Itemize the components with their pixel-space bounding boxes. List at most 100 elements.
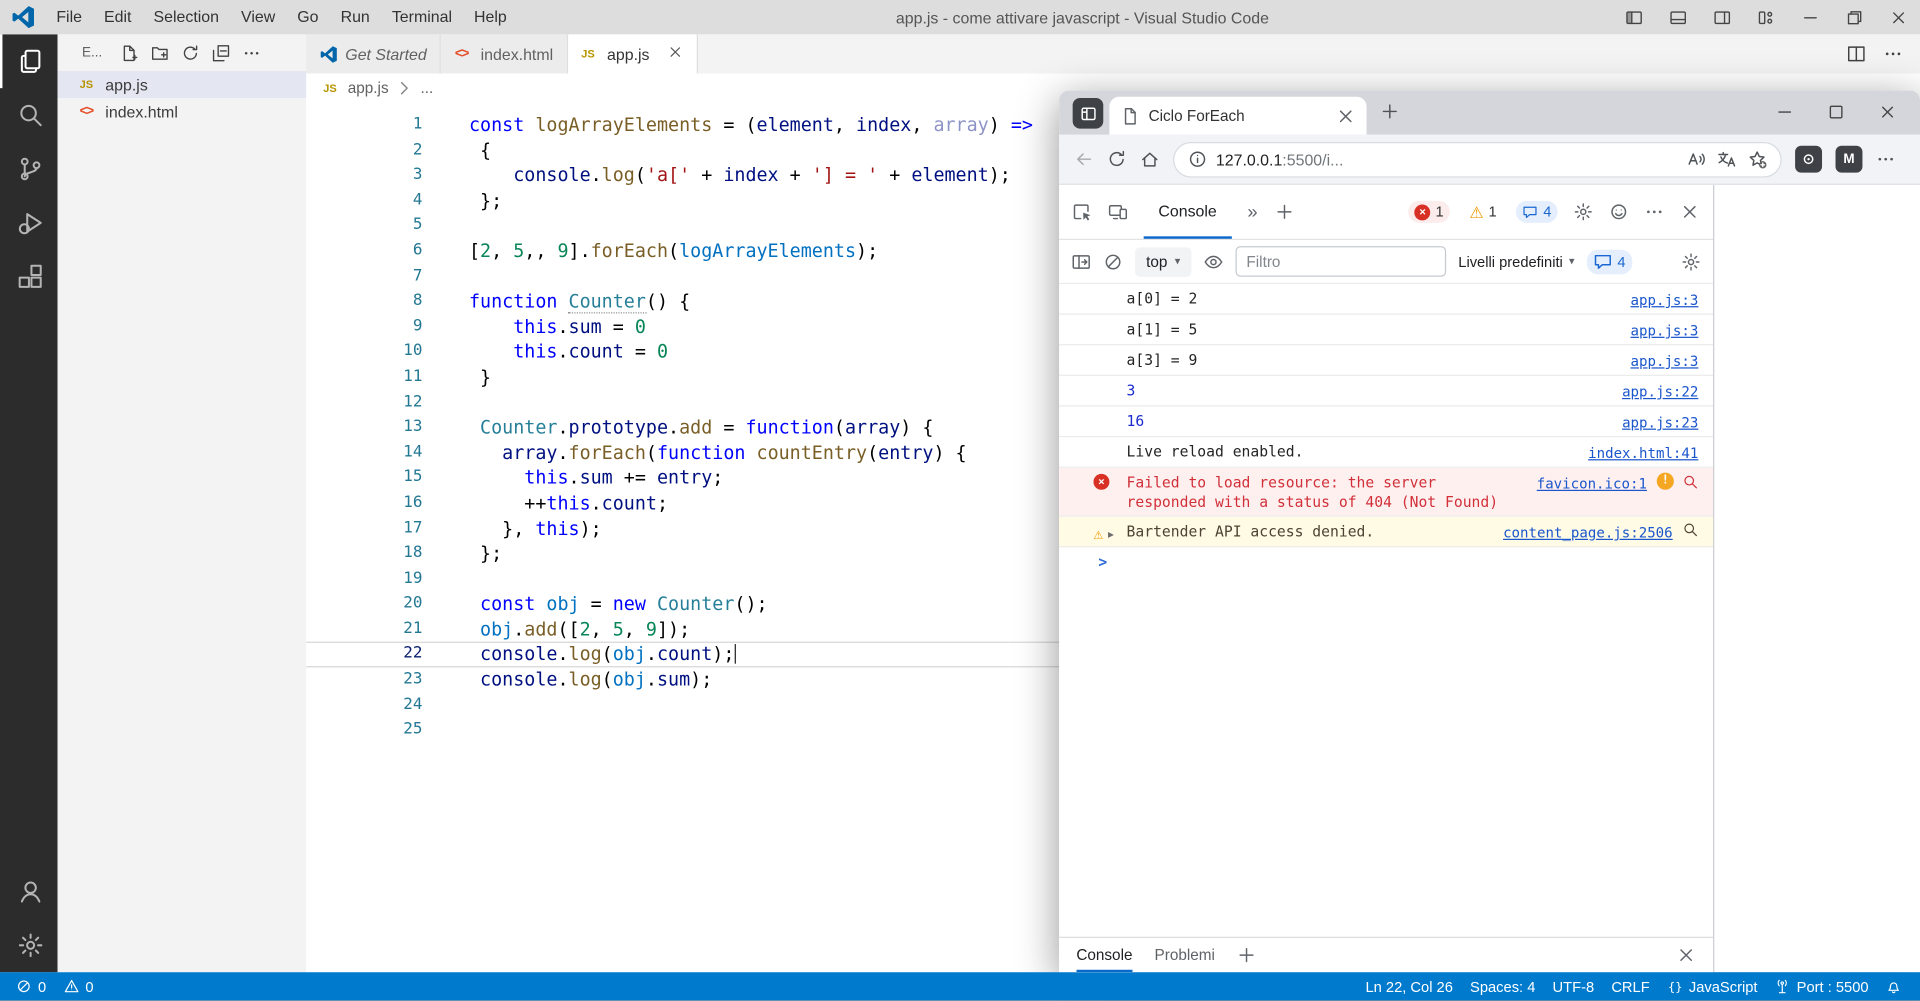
console-settings-icon[interactable] bbox=[1681, 252, 1701, 272]
search-message-icon[interactable] bbox=[1682, 473, 1698, 489]
console-message[interactable]: a[3] = 9 app.js:3 bbox=[1059, 345, 1714, 376]
drawer-close-icon[interactable] bbox=[1676, 945, 1696, 965]
console-message[interactable]: a[1] = 5 app.js:3 bbox=[1059, 315, 1714, 346]
source-link[interactable]: content_page.js:2506 bbox=[1503, 523, 1673, 543]
source-link[interactable]: app.js:22 bbox=[1622, 382, 1698, 402]
status-indentation[interactable]: Spaces: 4 bbox=[1461, 972, 1544, 1000]
source-link[interactable]: app.js:3 bbox=[1631, 321, 1699, 341]
close-button[interactable] bbox=[1876, 0, 1920, 34]
home-icon[interactable] bbox=[1140, 149, 1160, 169]
minimize-button[interactable] bbox=[1788, 0, 1832, 34]
toggle-secondary-sidebar-icon[interactable] bbox=[1700, 0, 1744, 34]
status-encoding[interactable]: UTF-8 bbox=[1544, 972, 1603, 1000]
source-link[interactable]: favicon.ico:1 bbox=[1537, 474, 1647, 494]
toggle-sidebar-icon[interactable] bbox=[1611, 0, 1655, 34]
read-aloud-icon[interactable] bbox=[1686, 149, 1706, 169]
sidebar-item-index.html[interactable]: <> index.html bbox=[58, 98, 307, 125]
menu-go[interactable]: Go bbox=[286, 0, 329, 34]
split-editor-icon[interactable] bbox=[1847, 44, 1867, 64]
explorer-action-new-folder[interactable] bbox=[150, 43, 168, 61]
console-message[interactable]: Live reload enabled. index.html:41 bbox=[1059, 437, 1714, 468]
devtools-warning-badge[interactable]: ⚠ 1 bbox=[1463, 201, 1503, 223]
browser-tab[interactable]: Ciclo ForEach bbox=[1109, 96, 1367, 135]
devtools-settings-icon[interactable] bbox=[1573, 202, 1593, 222]
status-errors[interactable]: 0 bbox=[7, 972, 54, 1000]
sidebar-item-app.js[interactable]: JS app.js bbox=[57, 71, 307, 98]
add-panel-icon[interactable] bbox=[1275, 202, 1295, 222]
drawer-add-icon[interactable] bbox=[1237, 945, 1257, 965]
devtools-close-icon[interactable] bbox=[1680, 202, 1700, 222]
source-link[interactable]: index.html:41 bbox=[1588, 443, 1698, 463]
console-prompt[interactable]: > bbox=[1059, 547, 1713, 575]
refresh-icon[interactable] bbox=[1107, 149, 1127, 169]
new-tab-button[interactable] bbox=[1380, 102, 1400, 122]
workspaces-icon[interactable] bbox=[1072, 97, 1104, 129]
toggle-panel-icon[interactable] bbox=[1656, 0, 1700, 34]
source-link[interactable]: app.js:23 bbox=[1622, 413, 1698, 433]
menu-terminal[interactable]: Terminal bbox=[381, 0, 463, 34]
menu-edit[interactable]: Edit bbox=[93, 0, 142, 34]
inspect-element-icon[interactable] bbox=[1073, 202, 1093, 222]
devtools-more-icon[interactable] bbox=[1644, 202, 1664, 222]
explorer-action-refresh[interactable] bbox=[181, 43, 199, 61]
browser-minimize-button[interactable] bbox=[1758, 93, 1809, 130]
drawer-tab-problemi[interactable]: Problemi bbox=[1155, 938, 1215, 972]
message-count-badge[interactable]: 4 bbox=[1586, 249, 1632, 274]
status-warnings[interactable]: 0 bbox=[55, 972, 102, 1000]
menu-run[interactable]: Run bbox=[330, 0, 381, 34]
m-extension-icon[interactable]: M bbox=[1835, 145, 1863, 173]
feedback-icon[interactable] bbox=[1609, 202, 1629, 222]
back-icon[interactable] bbox=[1074, 149, 1094, 169]
device-toolbar-icon[interactable] bbox=[1108, 202, 1128, 222]
activity-account[interactable] bbox=[0, 864, 58, 918]
address-bar[interactable]: 127.0.0.1:5500/i... bbox=[1173, 141, 1782, 177]
console-message[interactable]: ⚠ ▶ Bartender API access denied. content_pa… bbox=[1059, 516, 1714, 548]
status-live-server-port[interactable]: Port : 5500 bbox=[1766, 972, 1877, 1000]
browser-settings-icon[interactable] bbox=[1876, 149, 1896, 169]
status-cursor-position[interactable]: Ln 22, Col 26 bbox=[1357, 972, 1462, 1000]
editor-more-actions-icon[interactable] bbox=[1883, 44, 1903, 64]
status-language-mode[interactable]: {} JavaScript bbox=[1658, 972, 1766, 1000]
context-selector[interactable]: top ▾ bbox=[1135, 246, 1192, 277]
breadcrumb-symbol[interactable]: ... bbox=[420, 80, 433, 97]
customize-layout-icon[interactable] bbox=[1744, 0, 1788, 34]
console-message[interactable]: 16 app.js:23 bbox=[1059, 407, 1714, 438]
tab-index.html[interactable]: <> index.html bbox=[441, 34, 568, 74]
tab-app.js[interactable]: JS app.js bbox=[567, 34, 699, 74]
clear-console-icon[interactable] bbox=[1103, 252, 1123, 272]
status-eol[interactable]: CRLF bbox=[1603, 972, 1659, 1000]
menu-selection[interactable]: Selection bbox=[142, 0, 230, 34]
add-favorite-icon[interactable] bbox=[1747, 149, 1767, 169]
browser-maximize-button[interactable] bbox=[1810, 93, 1861, 130]
breadcrumb-file[interactable]: app.js bbox=[348, 80, 389, 97]
issue-badge[interactable]: ! bbox=[1656, 472, 1674, 490]
explorer-action-ellipsis[interactable] bbox=[242, 43, 260, 61]
activity-run-and-debug[interactable] bbox=[0, 196, 58, 250]
extension-icon[interactable] bbox=[1795, 145, 1823, 173]
site-info-icon[interactable] bbox=[1188, 149, 1208, 169]
explorer-action-collapse-all[interactable] bbox=[211, 43, 229, 61]
browser-tab-title[interactable]: Ciclo ForEach bbox=[1149, 107, 1328, 124]
console-sidebar-icon[interactable] bbox=[1071, 252, 1091, 272]
tab-console[interactable]: Console bbox=[1143, 185, 1232, 239]
explorer-action-new-file[interactable] bbox=[119, 43, 137, 61]
devtools-message-badge[interactable]: 4 bbox=[1516, 200, 1558, 223]
more-panels-icon[interactable]: » bbox=[1247, 201, 1258, 222]
activity-settings[interactable] bbox=[0, 918, 58, 972]
console-message[interactable]: × Failed to load resource: the server res… bbox=[1059, 467, 1714, 517]
url-text[interactable]: 127.0.0.1:5500/i... bbox=[1216, 150, 1343, 168]
expander-icon[interactable]: ▶ bbox=[1108, 525, 1114, 545]
filter-input[interactable] bbox=[1235, 246, 1447, 277]
activity-source-control[interactable] bbox=[0, 142, 58, 196]
tab-close-icon[interactable] bbox=[668, 44, 684, 64]
menu-file[interactable]: File bbox=[45, 0, 93, 34]
live-expression-icon[interactable] bbox=[1204, 252, 1224, 272]
console-message[interactable]: 3 app.js:22 bbox=[1059, 376, 1714, 407]
log-levels-selector[interactable]: Livelli predefiniti ▾ bbox=[1458, 253, 1574, 270]
source-link[interactable]: app.js:3 bbox=[1631, 351, 1699, 371]
menu-help[interactable]: Help bbox=[463, 0, 518, 34]
devtools-error-badge[interactable]: × 1 bbox=[1408, 200, 1450, 223]
tab-close-icon[interactable] bbox=[1336, 106, 1356, 126]
browser-close-button[interactable] bbox=[1861, 93, 1912, 130]
menu-view[interactable]: View bbox=[230, 0, 286, 34]
